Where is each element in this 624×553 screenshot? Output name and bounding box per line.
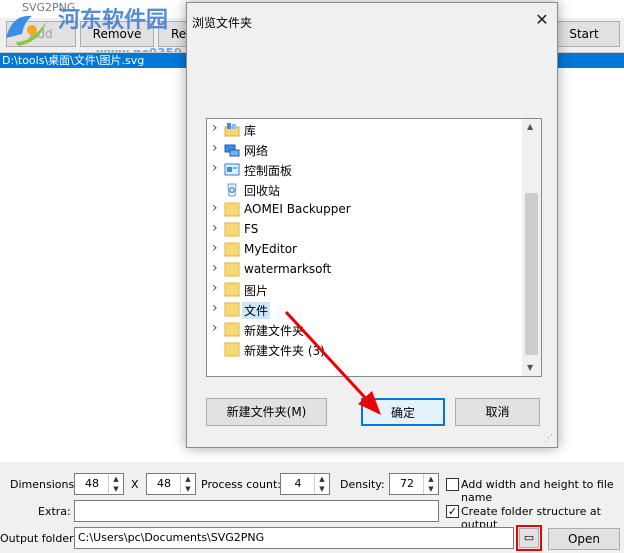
- chevron-right-icon[interactable]: ›: [212, 220, 218, 236]
- add-wh-label: Add width and height to file name: [461, 478, 614, 504]
- tree-item[interactable]: › MyEditor: [206, 240, 506, 260]
- folder-icon: [224, 322, 240, 337]
- scroll-down-icon[interactable]: ▼: [527, 363, 533, 372]
- width-spinner[interactable]: 48 ▲ ▼: [74, 473, 124, 495]
- spin-down-icon[interactable]: ▼: [109, 484, 123, 494]
- chevron-right-icon[interactable]: ›: [212, 120, 218, 136]
- tree-item-label: 文件: [242, 302, 271, 319]
- process-count-value: 4: [294, 477, 302, 490]
- density-spinner[interactable]: 72 ▲ ▼: [389, 473, 439, 495]
- spin-up-icon[interactable]: ▲: [315, 474, 329, 484]
- tree-item[interactable]: › 图片: [206, 280, 506, 300]
- control-panel-icon: [224, 162, 240, 177]
- process-count-spinner[interactable]: 4 ▲ ▼: [280, 473, 330, 495]
- chevron-right-icon[interactable]: ›: [212, 300, 218, 316]
- tree-scroll-thumb[interactable]: [525, 193, 538, 355]
- spin-down-icon[interactable]: ▼: [424, 484, 438, 494]
- cancel-button[interactable]: 取消: [455, 398, 540, 426]
- output-folder-input[interactable]: C:\Users\pc\Documents\SVG2PNG: [74, 527, 514, 549]
- tree-item-label: 新建文件夹: [244, 324, 305, 338]
- folder-icon: [224, 242, 240, 257]
- chevron-right-icon[interactable]: ›: [212, 240, 218, 256]
- folder-open-icon: ▭: [523, 531, 535, 544]
- spin-up-icon[interactable]: ▲: [181, 474, 195, 484]
- resize-grip-icon[interactable]: ⋰: [544, 434, 553, 444]
- tree-item[interactable]: 新建文件夹 (3): [206, 340, 506, 360]
- ok-button[interactable]: 确定: [361, 398, 445, 426]
- tree-item-label: MyEditor: [244, 242, 297, 256]
- tree-item[interactable]: › AOMEI Backupper: [206, 200, 506, 220]
- folder-icon: [224, 282, 240, 297]
- tree-item-label: AOMEI Backupper: [244, 202, 351, 216]
- dialog-title: 浏览文件夹: [192, 16, 253, 30]
- folder-icon: [224, 222, 240, 237]
- tree-item[interactable]: › FS: [206, 220, 506, 240]
- process-count-label: Process count:: [201, 478, 281, 491]
- spin-up-icon[interactable]: ▲: [109, 474, 123, 484]
- spin-up-icon[interactable]: ▲: [424, 474, 438, 484]
- tree-item-label: 库: [244, 124, 257, 138]
- tree-item-label: 图片: [244, 284, 269, 298]
- height-spinner[interactable]: 48 ▲ ▼: [146, 473, 196, 495]
- close-icon[interactable]: ✕: [532, 10, 552, 30]
- extra-input[interactable]: [74, 500, 439, 522]
- tree-item-label: 网络: [244, 144, 269, 158]
- output-folder-label: Output folder:: [0, 532, 78, 545]
- dimensions-label: Dimensions:: [10, 478, 78, 491]
- open-button[interactable]: Open: [548, 528, 620, 550]
- folder-icon: [224, 262, 240, 277]
- recycle-bin-icon: [224, 182, 240, 197]
- tree-item-label: watermarksoft: [244, 262, 332, 276]
- tree-item-label: 控制面板: [244, 164, 293, 178]
- tree-items: › 库 › 网络 › 控制面板 回收站 › AOMEI Backupper › FS › MyEdito…: [206, 120, 522, 375]
- new-folder-button[interactable]: 新建文件夹(M): [206, 398, 327, 426]
- tree-item-label: 回收站: [244, 184, 281, 198]
- folder-icon: [224, 302, 240, 317]
- tree-item[interactable]: › 网络: [206, 140, 506, 160]
- browse-folder-button[interactable]: ▭: [519, 528, 539, 548]
- height-value: 48: [157, 477, 171, 490]
- folder-icon: [224, 342, 240, 357]
- watermark-brand: 河东软件园: [58, 7, 169, 33]
- spin-down-icon[interactable]: ▼: [181, 484, 195, 494]
- density-label: Density:: [340, 478, 385, 491]
- spin-down-icon[interactable]: ▼: [315, 484, 329, 494]
- tree-item[interactable]: › 新建文件夹: [206, 320, 506, 340]
- library-icon: [224, 122, 240, 137]
- chevron-right-icon[interactable]: ›: [212, 320, 218, 336]
- x-label: X: [131, 478, 139, 491]
- tree-item-label: 新建文件夹 (3): [244, 344, 325, 358]
- chevron-right-icon[interactable]: ›: [212, 200, 218, 216]
- network-icon: [224, 142, 240, 157]
- chevron-right-icon[interactable]: ›: [212, 140, 218, 156]
- tree-item[interactable]: › watermarksoft: [206, 260, 506, 280]
- tree-item[interactable]: 回收站: [206, 180, 506, 200]
- chevron-right-icon[interactable]: ›: [212, 280, 218, 296]
- tree-item-label: FS: [244, 222, 259, 236]
- density-value: 72: [400, 477, 414, 490]
- folder-icon: [224, 202, 240, 217]
- add-wh-checkbox[interactable]: [446, 478, 459, 491]
- width-value: 48: [85, 477, 99, 490]
- extra-label: Extra:: [38, 505, 71, 518]
- watermark-logo-icon: [6, 15, 46, 46]
- create-structure-checkbox[interactable]: ✓: [446, 505, 459, 518]
- tree-item[interactable]: › 库: [206, 120, 506, 140]
- tree-item[interactable]: › 控制面板: [206, 160, 506, 180]
- chevron-right-icon[interactable]: ›: [212, 160, 218, 176]
- chevron-right-icon[interactable]: ›: [212, 260, 218, 276]
- scroll-up-icon[interactable]: ▲: [527, 122, 533, 131]
- tree-item[interactable]: › 文件: [206, 300, 506, 320]
- start-button[interactable]: Start: [548, 21, 620, 47]
